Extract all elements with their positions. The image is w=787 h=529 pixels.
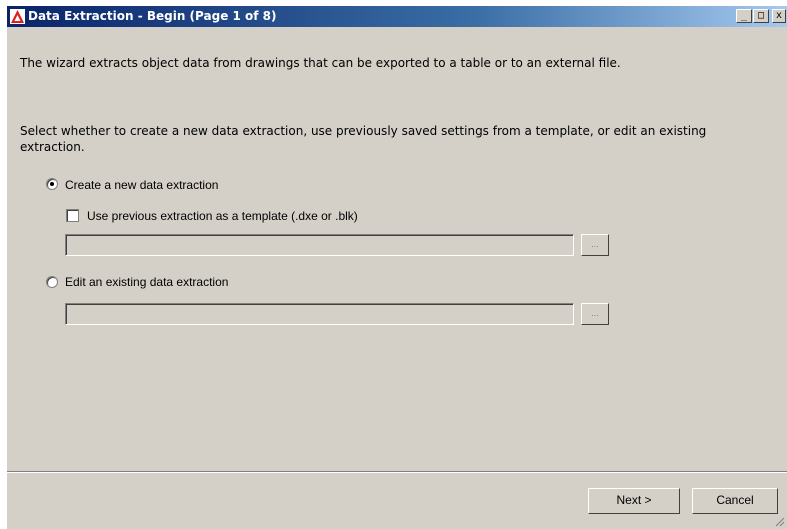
use-template-checkbox[interactable] <box>66 209 79 222</box>
footer-separator <box>7 471 787 473</box>
radio-selected-dot <box>50 182 54 186</box>
instruction-text-line1: Select whether to create a new data extr… <box>20 124 707 138</box>
instruction-text-line2: extraction. <box>20 140 85 154</box>
existing-path-field[interactable] <box>65 303 574 325</box>
edit-existing-radio[interactable] <box>46 276 58 288</box>
template-browse-button[interactable]: ... <box>581 234 609 256</box>
use-template-label[interactable]: Use previous extraction as a template (.… <box>87 209 358 223</box>
cancel-button[interactable]: Cancel <box>692 488 778 514</box>
next-button[interactable]: Next > <box>588 488 680 514</box>
title-bar[interactable]: Data Extraction - Begin (Page 1 of 8) _ … <box>7 6 787 27</box>
intro-text: The wizard extracts object data from dra… <box>20 56 621 70</box>
template-path-field[interactable] <box>65 234 574 256</box>
data-extraction-window: Data Extraction - Begin (Page 1 of 8) _ … <box>6 6 787 529</box>
close-button[interactable]: x <box>772 9 786 23</box>
resize-grip-icon[interactable] <box>773 515 785 527</box>
edit-existing-label[interactable]: Edit an existing data extraction <box>65 275 228 289</box>
window-title: Data Extraction - Begin (Page 1 of 8) <box>28 9 277 23</box>
create-new-radio[interactable] <box>46 178 58 190</box>
minimize-button[interactable]: _ <box>736 9 752 23</box>
maximize-button[interactable]: □ <box>753 9 769 23</box>
existing-browse-button[interactable]: ... <box>581 303 609 325</box>
autocad-app-icon <box>10 9 25 24</box>
create-new-label[interactable]: Create a new data extraction <box>65 178 218 192</box>
